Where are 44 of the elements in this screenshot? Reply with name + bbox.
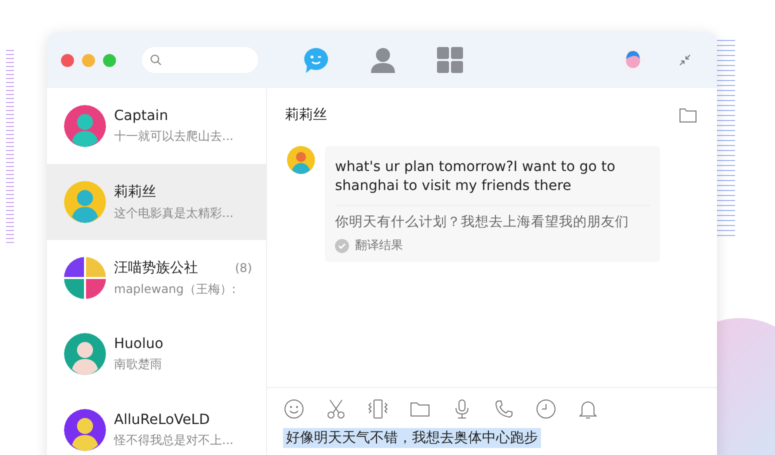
folder-icon[interactable] xyxy=(679,107,697,123)
phone-icon[interactable] xyxy=(493,398,515,420)
chat-tab[interactable] xyxy=(301,45,331,75)
avatar xyxy=(64,105,106,147)
window-close-button[interactable] xyxy=(61,54,74,66)
contact-name: Captain xyxy=(114,108,168,124)
smiley-icon[interactable] xyxy=(283,398,305,420)
contact-name: 莉莉丝 xyxy=(114,182,156,200)
search-icon xyxy=(150,52,162,68)
message-text: what's ur plan tomorrow?I want to go to shanghai to visit my friends there xyxy=(335,158,616,196)
clock-icon[interactable] xyxy=(535,398,557,420)
avatar xyxy=(287,146,315,174)
contact-name: 汪喵势族公社 xyxy=(114,258,198,276)
conversation-item[interactable]: 汪喵势族公社 (8) maplewang（王梅）: xyxy=(47,240,266,316)
vibrate-icon[interactable] xyxy=(367,398,389,420)
conversation-item[interactable]: Captain 十一就可以去爬山去... xyxy=(47,88,266,164)
conversation-item[interactable]: Huoluo 南歌楚雨 xyxy=(47,316,266,392)
speech-bubble-icon xyxy=(301,45,331,75)
message-preview: 南歌楚雨 xyxy=(114,356,163,372)
chat-title: 莉莉丝 xyxy=(285,106,327,124)
translation-text: 你明天有什么计划？我想去上海看望我的朋友们 xyxy=(335,213,630,231)
message-preview: maplewang（王梅）: xyxy=(114,280,237,298)
message-input[interactable]: 好像明天天气不错，我想去奥体中心跑步 xyxy=(283,428,541,448)
contacts-tab[interactable] xyxy=(368,45,398,75)
group-avatar xyxy=(64,257,106,299)
avatar xyxy=(64,409,106,451)
apps-tab[interactable] xyxy=(435,45,465,75)
conversation-item[interactable]: 莉莉丝 这个电影真是太精彩... xyxy=(47,164,266,240)
message-preview: 怪不得我总是对不上... xyxy=(114,432,234,448)
avatar xyxy=(64,181,106,223)
contact-name: AlluReLoVeLD xyxy=(114,412,210,428)
translation-label: 翻译结果 xyxy=(355,237,403,254)
person-icon xyxy=(368,45,398,75)
avatar xyxy=(64,333,106,375)
conversation-item[interactable]: AlluReLoVeLD 怪不得我总是对不上... xyxy=(47,392,266,455)
message-preview: 十一就可以去爬山去... xyxy=(114,128,234,144)
contact-name: Huoluo xyxy=(114,336,164,352)
unread-count: (8) xyxy=(235,260,252,274)
search-field[interactable] xyxy=(142,47,258,73)
check-icon xyxy=(335,238,349,252)
scissors-icon[interactable] xyxy=(325,398,347,420)
grid-icon xyxy=(435,45,465,75)
message-preview: 这个电影真是太精彩... xyxy=(114,204,234,222)
shrink-icon[interactable] xyxy=(679,54,691,66)
